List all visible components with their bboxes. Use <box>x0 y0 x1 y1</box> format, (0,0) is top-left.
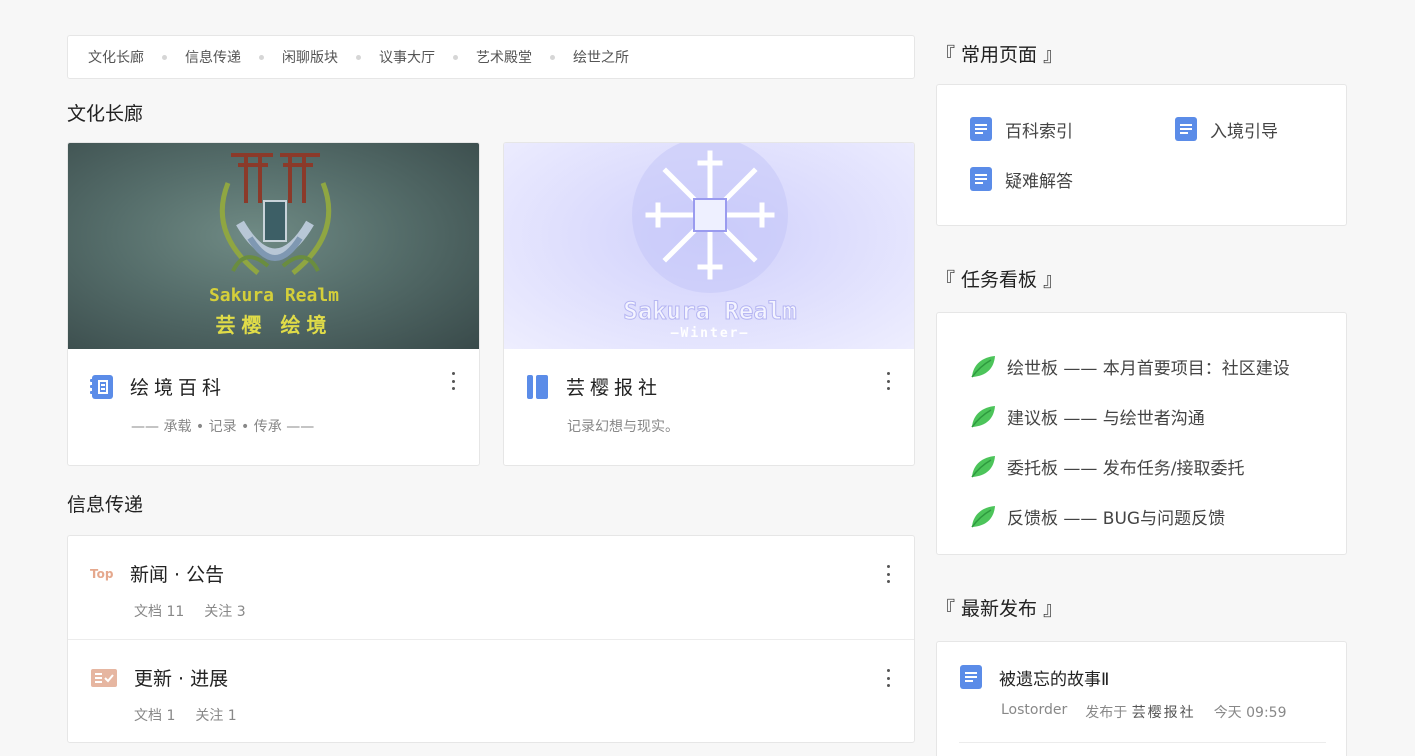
doc-count: 文档 11 <box>134 604 185 620</box>
follow-count: 关注 3 <box>204 604 246 620</box>
page: 文化长廊 信息传递 闲聊版块 议事大厅 艺术殿堂 绘世之所 文化长廊 Sakur… <box>0 0 1415 756</box>
task-item[interactable]: 委托板 —— 发布任务/接取委托 <box>969 441 1346 491</box>
link-onboarding-label: 入境引导 <box>1210 121 1278 142</box>
latest-posts-title: 『 最新发布 』 <box>936 598 1063 620</box>
leaf-icon <box>971 456 995 478</box>
document-icon <box>1175 117 1197 141</box>
card-news-agency-subtitle: 记录幻想与现实。 <box>567 419 679 435</box>
list-item-updates-header: 更新 · 进展 <box>90 664 892 691</box>
latest-posts-panel: 被遗忘的故事Ⅱ Lostorder 发布于 芸樱报社 今天 09:59 <box>936 641 1347 756</box>
card-news-agency-more-icon[interactable] <box>882 371 894 391</box>
common-pages-title: 『 常用页面 』 <box>936 44 1063 66</box>
nav-separator <box>453 54 458 60</box>
list-item-updates-meta: 文档 1 关注 1 <box>134 705 892 725</box>
snowflake-art: Sakura Realm —Winter— <box>623 143 797 341</box>
section-title-culture: 文化长廊 <box>67 103 144 125</box>
list-item-news-header: Top 新闻 · 公告 <box>90 560 892 587</box>
link-faq[interactable]: 疑难解答 <box>969 166 1073 192</box>
follow-count: 关注 1 <box>195 708 237 724</box>
checklist-icon <box>91 668 117 687</box>
nav-item-culture[interactable]: 文化长廊 <box>88 47 144 67</box>
link-wiki-index-label: 百科索引 <box>1005 121 1073 142</box>
leaf-icon <box>971 356 995 378</box>
list-item-news-title[interactable]: 新闻 · 公告 <box>130 560 224 587</box>
card-wiki-more-icon[interactable] <box>447 371 459 391</box>
task-item[interactable]: 绘世板 —— 本月首要项目：社区建设 <box>969 341 1346 391</box>
link-wiki-index[interactable]: 百科索引 <box>969 116 1073 142</box>
category-nav: 文化长廊 信息传递 闲聊版块 议事大厅 艺术殿堂 绘世之所 <box>67 35 915 79</box>
document-icon <box>970 117 992 141</box>
task-item-label: 绘世板 —— 本月首要项目：社区建设 <box>1007 358 1290 379</box>
info-list: Top 新闻 · 公告 文档 11 关注 3 更新 · 进展 文档 1 关注 1 <box>67 535 915 743</box>
task-item[interactable]: 建议板 —— 与绘世者沟通 <box>969 391 1346 441</box>
list-item-news-more-icon[interactable] <box>882 564 894 584</box>
wiki-emblem-art: Sakura Realm 芸樱 绘境 <box>209 153 339 337</box>
doc-count: 文档 1 <box>134 708 176 724</box>
post-time: 今天 09:59 <box>1213 705 1287 721</box>
link-onboarding[interactable]: 入境引导 <box>1174 116 1278 142</box>
task-item-label: 建议板 —— 与绘世者沟通 <box>1007 408 1205 429</box>
nav-item-info[interactable]: 信息传递 <box>185 47 241 67</box>
top-badge-icon: Top <box>90 566 114 581</box>
card-wiki-title[interactable]: 绘境百科 <box>130 373 226 400</box>
post-author[interactable]: Lostorder <box>1001 702 1067 722</box>
book-index-icon <box>90 374 113 399</box>
card-wiki-body: 绘境百科 —— 承载 • 记录 • 传承 —— <box>68 349 479 436</box>
card-wiki-subtitle: —— 承载 • 记录 • 传承 —— <box>131 419 315 435</box>
task-item[interactable]: 反馈板 —— BUG与问题反馈 <box>969 491 1346 541</box>
link-faq-label: 疑难解答 <box>1005 171 1073 192</box>
common-pages-panel: 百科索引 入境引导 疑难解答 <box>936 84 1347 226</box>
section-title-info: 信息传递 <box>67 494 144 516</box>
card-news-agency[interactable]: Sakura Realm —Winter— 芸樱报社 记录幻想与现实。 <box>503 142 915 466</box>
latest-post-header: 被遗忘的故事Ⅱ <box>959 664 1326 690</box>
nav-separator <box>356 54 361 60</box>
list-item-updates[interactable]: 更新 · 进展 文档 1 关注 1 <box>68 639 914 742</box>
notebook-icon <box>527 374 548 399</box>
card-news-agency-header: 芸樱报社 <box>526 373 892 400</box>
document-icon <box>970 167 992 191</box>
nav-separator <box>259 54 264 60</box>
latest-post-title[interactable]: 被遗忘的故事Ⅱ <box>999 665 1109 690</box>
card-wiki-header: 绘境百科 <box>90 373 457 400</box>
news-agency-banner-sub-text: —Winter— <box>671 326 750 341</box>
nav-item-council[interactable]: 议事大厅 <box>379 47 435 67</box>
list-item-news[interactable]: Top 新闻 · 公告 文档 11 关注 3 <box>68 536 914 639</box>
wiki-banner-logo-text: Sakura Realm <box>209 285 339 306</box>
nav-item-chat[interactable]: 闲聊版块 <box>282 47 338 67</box>
card-grid: Sakura Realm 芸樱 绘境 绘境百科 —— 承载 • 记录 • 传承 … <box>67 142 915 466</box>
task-item-label: 委托板 —— 发布任务/接取委托 <box>1007 458 1245 479</box>
nav-separator <box>550 54 555 60</box>
post-published-in: 发布于 芸樱报社 <box>1085 705 1196 721</box>
card-wiki[interactable]: Sakura Realm 芸樱 绘境 绘境百科 —— 承载 • 记录 • 传承 … <box>67 142 480 466</box>
card-news-agency-title[interactable]: 芸樱报社 <box>566 373 662 400</box>
news-agency-banner-logo-text: Sakura Realm <box>623 297 796 325</box>
list-item-updates-title[interactable]: 更新 · 进展 <box>134 664 228 691</box>
nav-item-painting[interactable]: 绘世之所 <box>573 47 629 67</box>
document-icon <box>960 665 982 689</box>
task-item-label: 反馈板 —— BUG与问题反馈 <box>1007 508 1226 529</box>
news-agency-banner-image[interactable]: Sakura Realm —Winter— <box>504 143 914 349</box>
post-source[interactable]: 芸樱报社 <box>1132 705 1196 721</box>
nav-item-art[interactable]: 艺术殿堂 <box>476 47 532 67</box>
nav-separator <box>162 54 167 60</box>
task-board-title: 『 任务看板 』 <box>936 269 1063 291</box>
list-item-updates-more-icon[interactable] <box>882 668 894 688</box>
leaf-icon <box>971 506 995 528</box>
post-divider <box>959 742 1326 743</box>
wiki-banner-image[interactable]: Sakura Realm 芸樱 绘境 <box>68 143 479 349</box>
wiki-banner-cn-text: 芸樱 绘境 <box>216 313 333 337</box>
leaf-icon <box>971 406 995 428</box>
card-news-agency-body: 芸樱报社 记录幻想与现实。 <box>504 349 914 436</box>
sidebar: 『 常用页面 』 百科索引 入境引导 疑难解答 『 任务看板 』 绘世板 —— … <box>936 38 1347 756</box>
task-board-panel: 绘世板 —— 本月首要项目：社区建设 建议板 —— 与绘世者沟通 委托板 —— … <box>936 312 1347 555</box>
main-column: 文化长廊 信息传递 闲聊版块 议事大厅 艺术殿堂 绘世之所 文化长廊 Sakur… <box>67 35 915 743</box>
latest-post-meta: Lostorder 发布于 芸樱报社 今天 09:59 <box>1001 702 1326 722</box>
list-item-news-meta: 文档 11 关注 3 <box>134 601 892 621</box>
